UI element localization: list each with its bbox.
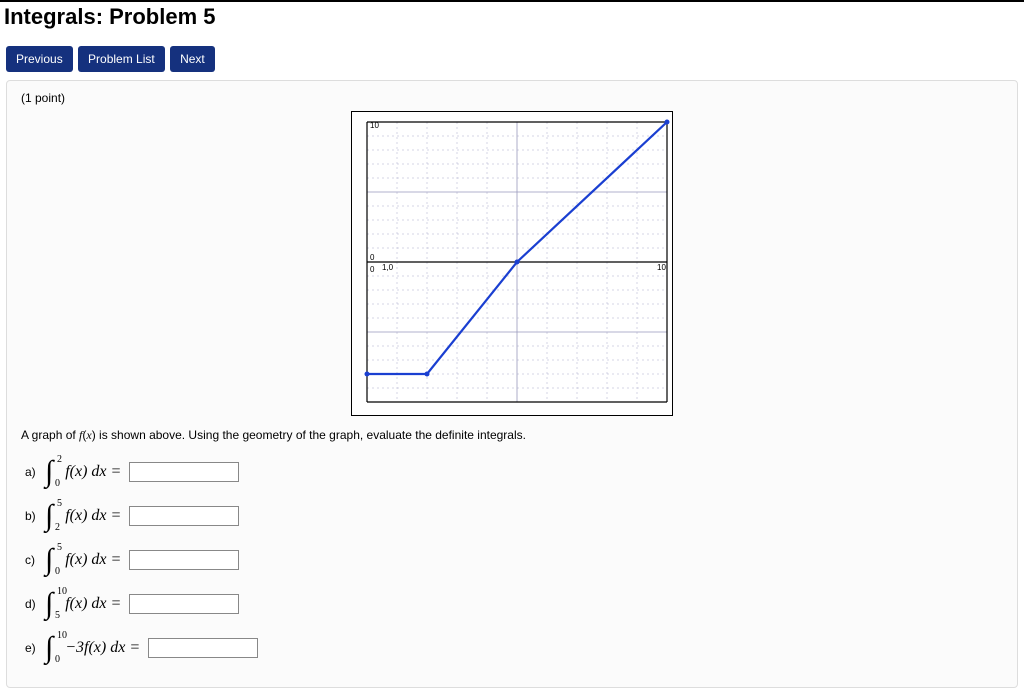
answer-input-e[interactable] (148, 638, 258, 658)
part-a-label: a) (25, 465, 43, 479)
parts-list: a) ∫20 f(x) dx = b) ∫52 f(x) dx = c) ∫50… (25, 457, 1003, 663)
part-d: d) ∫105 f(x) dx = (25, 589, 1003, 619)
previous-button[interactable]: Previous (6, 46, 73, 72)
part-b-label: b) (25, 509, 43, 523)
prompt-text: A graph of f(x) is shown above. Using th… (21, 428, 1003, 443)
answer-input-c[interactable] (129, 550, 239, 570)
answer-input-b[interactable] (129, 506, 239, 526)
ytick-0: 0 (370, 253, 375, 262)
page-title: Integrals: Problem 5 (4, 4, 1020, 30)
answer-input-d[interactable] (129, 594, 239, 614)
problem-body: (1 point) (6, 80, 1018, 688)
xtick-10: 10 (657, 263, 666, 272)
graph-plot: 10 0 1,0 0 10 (351, 111, 673, 416)
xtick-0: 0 (370, 265, 375, 274)
part-e-label: e) (25, 641, 43, 655)
points-label: (1 point) (21, 91, 1003, 105)
part-a: a) ∫20 f(x) dx = (25, 457, 1003, 487)
graph-container: 10 0 1,0 0 10 (21, 111, 1003, 416)
part-e: e) ∫100 −3f(x) dx = (25, 633, 1003, 663)
answer-input-a[interactable] (129, 462, 239, 482)
part-b: b) ∫52 f(x) dx = (25, 501, 1003, 531)
ytick-10: 10 (370, 121, 379, 130)
axis-origin-label: 1,0 (382, 263, 394, 272)
next-button[interactable]: Next (170, 46, 215, 72)
nav-buttons: Previous Problem List Next (6, 46, 1018, 72)
part-d-label: d) (25, 597, 43, 611)
part-c: c) ∫50 f(x) dx = (25, 545, 1003, 575)
problem-list-button[interactable]: Problem List (78, 46, 165, 72)
part-c-label: c) (25, 553, 43, 567)
